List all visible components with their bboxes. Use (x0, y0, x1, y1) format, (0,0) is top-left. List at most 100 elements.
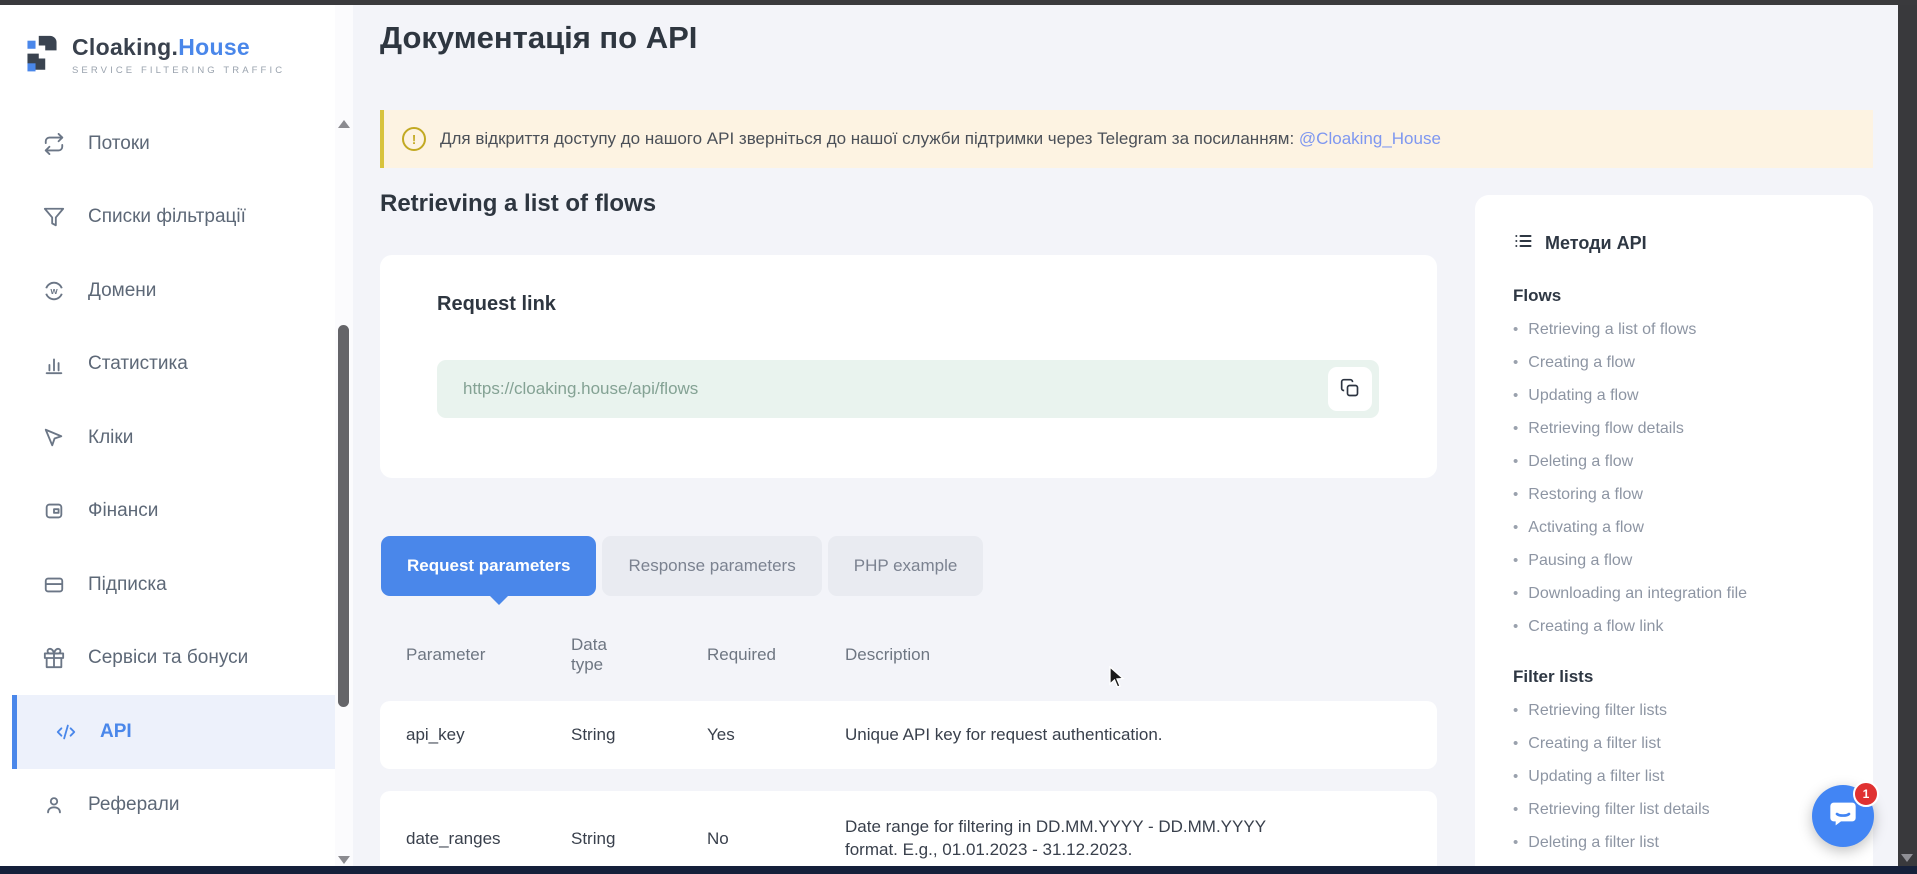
person-icon (42, 793, 66, 817)
cell-description: Unique API key for request authenticatio… (845, 724, 1285, 747)
gift-icon (42, 646, 66, 670)
method-link[interactable]: •Deleting a filter list (1513, 833, 1853, 853)
window-bottom-edge (0, 866, 1917, 874)
sidebar-item-flows[interactable]: Потоки (0, 107, 335, 181)
flows-icon (42, 132, 66, 156)
method-link[interactable]: •Downloading an integration file (1513, 584, 1853, 604)
sidebar-item-finance[interactable]: Фінанси (0, 475, 335, 549)
method-link[interactable]: •Creating a flow link (1513, 617, 1853, 637)
chat-unread-badge: 1 (1853, 781, 1879, 807)
sidebar: Cloaking.House SERVICE FILTERING TRAFFIC… (0, 5, 335, 866)
method-link[interactable]: •Creating a filter list (1513, 734, 1853, 754)
chat-bubble-icon (1827, 798, 1859, 835)
logo-icon (24, 31, 60, 78)
brand-name: Cloaking.House (72, 34, 285, 61)
request-link-title: Request link (437, 293, 556, 316)
table-header-row: Parameter Data type Required Description (380, 625, 1437, 685)
request-url-field[interactable]: https://cloaking.house/api/flows (437, 360, 1379, 418)
bullet-icon: • (1513, 767, 1518, 787)
bullet-icon: • (1513, 551, 1518, 571)
parameter-tabs: Request parameters Response parameters P… (381, 536, 983, 596)
list-icon (1513, 231, 1533, 256)
sidebar-item-label: Домени (88, 280, 156, 302)
sidebar-item-label: Списки фільтрації (88, 206, 246, 228)
sidebar-item-api[interactable]: API (12, 695, 335, 769)
group-heading-flows: Flows (1513, 286, 1853, 306)
method-link[interactable]: •Deleting a flow (1513, 452, 1853, 472)
sidebar-item-services-bonuses[interactable]: Сервіси та бонуси (0, 622, 335, 696)
sidebar-item-clicks[interactable]: Кліки (0, 401, 335, 475)
bullet-icon: • (1513, 353, 1518, 373)
api-access-notice: ! Для відкриття доступу до нашого API зв… (380, 110, 1873, 168)
telegram-link[interactable]: @Cloaking_House (1299, 129, 1441, 148)
table-row: date_ranges String No Date range for fil… (380, 791, 1437, 874)
section-title: Retrieving a list of flows (380, 190, 656, 218)
bullet-icon: • (1513, 584, 1518, 604)
bullet-icon: • (1513, 617, 1518, 637)
sidebar-nav: Потоки Списки фільтрації w Домени Статис… (0, 107, 335, 842)
logo[interactable]: Cloaking.House SERVICE FILTERING TRAFFIC (0, 5, 335, 78)
method-link[interactable]: •Updating a flow (1513, 386, 1853, 406)
method-link[interactable]: •Retrieving a list of flows (1513, 320, 1853, 340)
sidebar-item-label: Потоки (88, 133, 150, 155)
sidebar-item-label: Статистика (88, 353, 188, 375)
method-link[interactable]: •Creating a flow (1513, 353, 1853, 373)
request-parameters-table: Parameter Data type Required Description… (380, 625, 1437, 874)
tab-php-example[interactable]: PHP example (828, 536, 984, 596)
sidebar-item-statistics[interactable]: Статистика (0, 328, 335, 402)
group-heading-filter-lists: Filter lists (1513, 667, 1853, 687)
page-title: Документація по API (380, 20, 697, 56)
sidebar-item-domains[interactable]: w Домени (0, 254, 335, 328)
request-link-card: Request link https://cloaking.house/api/… (380, 255, 1437, 478)
sidebar-item-label: Реферали (88, 794, 179, 816)
scroll-up-arrow-icon[interactable] (338, 120, 350, 128)
info-icon: ! (402, 127, 426, 151)
scroll-down-arrow-icon[interactable] (1901, 854, 1913, 862)
copy-button[interactable] (1328, 367, 1372, 411)
method-link[interactable]: •Retrieving filter lists (1513, 701, 1853, 721)
col-description: Description (845, 644, 1285, 667)
method-link[interactable]: •Retrieving filter list details (1513, 800, 1853, 820)
request-url-value: https://cloaking.house/api/flows (463, 360, 698, 418)
page-scrollbar[interactable] (1898, 0, 1917, 874)
tab-response-parameters[interactable]: Response parameters (602, 536, 821, 596)
app-window: Cloaking.House SERVICE FILTERING TRAFFIC… (0, 0, 1917, 874)
bullet-icon: • (1513, 800, 1518, 820)
sidebar-item-subscription[interactable]: Підписка (0, 548, 335, 622)
sidebar-item-filter-lists[interactable]: Списки фільтрації (0, 181, 335, 255)
method-link[interactable]: •Pausing a flow (1513, 551, 1853, 571)
bullet-icon: • (1513, 833, 1518, 853)
cursor-click-icon (42, 426, 66, 450)
sidebar-item-referrals[interactable]: Реферали (0, 769, 335, 843)
sidebar-scrollbar[interactable] (335, 5, 353, 866)
method-link[interactable]: •Retrieving flow details (1513, 419, 1853, 439)
support-chat-button[interactable]: 1 (1812, 785, 1874, 847)
scroll-down-arrow-icon[interactable] (338, 856, 350, 864)
api-methods-header: Методи API (1513, 231, 1853, 256)
sidebar-scrollbar-thumb[interactable] (338, 325, 349, 707)
bullet-icon: • (1513, 734, 1518, 754)
tab-request-parameters[interactable]: Request parameters (381, 536, 596, 596)
col-parameter: Parameter (406, 645, 571, 665)
col-required: Required (707, 645, 845, 665)
col-data-type: Data type (571, 635, 631, 675)
mouse-cursor (1108, 666, 1130, 695)
bullet-icon: • (1513, 419, 1518, 439)
stats-icon (42, 352, 66, 376)
table-row: api_key String Yes Unique API key for re… (380, 701, 1437, 769)
cell-required: Yes (707, 725, 845, 745)
cell-parameter: api_key (406, 725, 571, 745)
sidebar-item-label: Кліки (88, 427, 133, 449)
wallet-icon (42, 499, 66, 523)
bullet-icon: • (1513, 452, 1518, 472)
api-methods-title: Методи API (1545, 233, 1647, 254)
code-icon (54, 720, 78, 744)
method-link[interactable]: •Restoring a flow (1513, 485, 1853, 505)
sidebar-item-label: Сервіси та бонуси (88, 647, 248, 669)
notice-text: Для відкриття доступу до нашого API звер… (440, 129, 1299, 148)
cell-parameter: date_ranges (406, 829, 571, 849)
bullet-icon: • (1513, 386, 1518, 406)
window-top-edge (0, 0, 1917, 5)
method-link[interactable]: •Updating a filter list (1513, 767, 1853, 787)
method-link[interactable]: •Activating a flow (1513, 518, 1853, 538)
